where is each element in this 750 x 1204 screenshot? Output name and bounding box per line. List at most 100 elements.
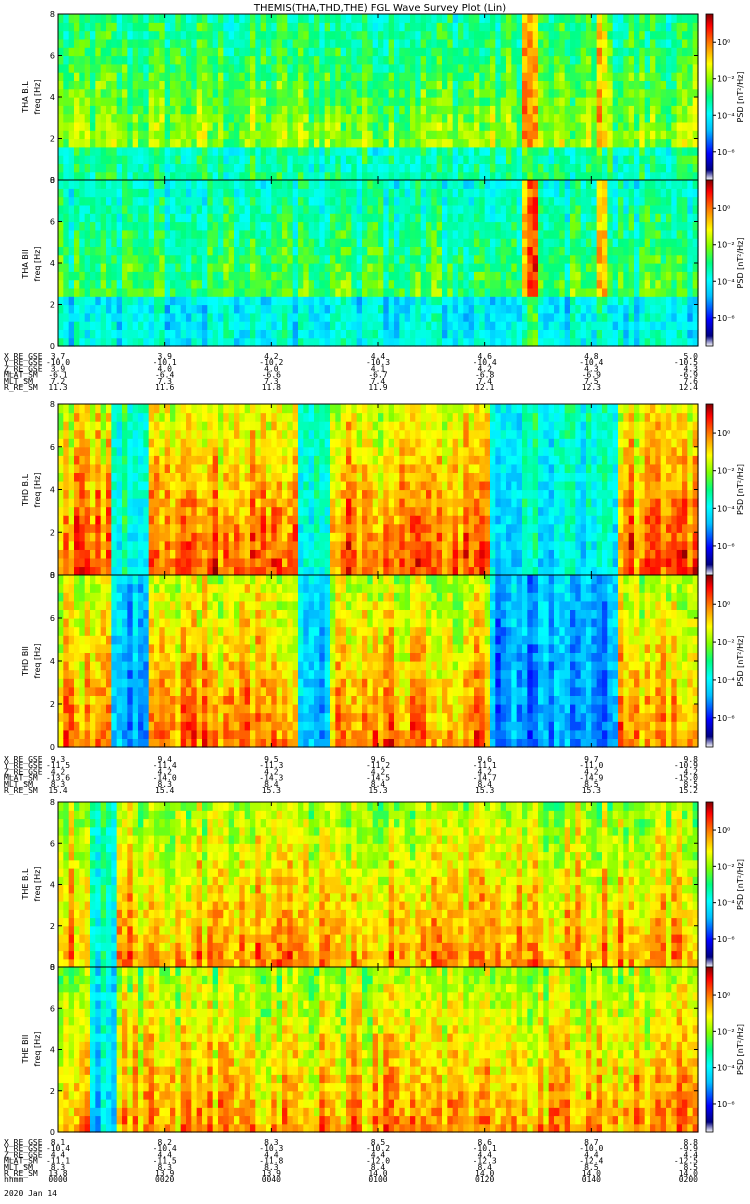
spectrogram-cell bbox=[63, 163, 69, 172]
spectrogram-cell bbox=[197, 31, 203, 40]
spectrogram-cell bbox=[421, 288, 427, 297]
spectrogram-cell bbox=[501, 122, 507, 131]
spectrogram-cell bbox=[650, 105, 656, 114]
spectrogram-cell bbox=[463, 47, 469, 56]
spectrogram-cell bbox=[421, 180, 427, 189]
spectrogram-cell bbox=[389, 72, 395, 81]
spectrogram-cell bbox=[117, 313, 123, 322]
spectrogram-cell bbox=[463, 305, 469, 314]
spectrogram-cell bbox=[319, 122, 325, 131]
spectrogram-cell bbox=[69, 213, 75, 222]
spectrogram-cell bbox=[431, 230, 437, 239]
spectrogram-cell bbox=[479, 105, 485, 114]
spectrogram-cell bbox=[463, 14, 469, 23]
spectrogram-cell bbox=[383, 222, 389, 231]
spectrogram-cell bbox=[95, 404, 101, 413]
spectrogram-cell bbox=[170, 163, 176, 172]
spectrogram-cell bbox=[671, 163, 677, 172]
spectrogram-cell bbox=[618, 255, 624, 264]
spectrogram-cell bbox=[303, 288, 309, 297]
spectrogram-cell bbox=[341, 321, 347, 330]
spectrogram-cell bbox=[421, 222, 427, 231]
spectrogram-cell bbox=[335, 80, 341, 89]
spectrogram-cell bbox=[181, 114, 187, 123]
spectrogram-cell bbox=[511, 180, 517, 189]
spectrogram-cell bbox=[175, 246, 181, 255]
spectrogram-cell bbox=[623, 39, 629, 48]
spectrogram-cell bbox=[149, 180, 155, 189]
spectrogram-cell bbox=[623, 321, 629, 330]
spectrogram-cell bbox=[245, 255, 251, 264]
spectrogram-cell bbox=[175, 197, 181, 206]
spectrogram-cell bbox=[357, 280, 363, 289]
spectrogram-cell bbox=[207, 31, 213, 40]
spectrogram-cell bbox=[543, 180, 549, 189]
spectrogram-cell bbox=[133, 56, 139, 65]
spectrogram-cell bbox=[197, 56, 203, 65]
spectrogram-cell bbox=[506, 329, 512, 338]
spectrogram-cell bbox=[261, 163, 267, 172]
spectrogram-cell bbox=[362, 222, 368, 231]
spectrogram-cell bbox=[474, 172, 480, 181]
spectrogram-cell bbox=[314, 205, 320, 214]
wave-survey-figure: THEMIS(THA,THD,THE) FGL Wave Survey Plot… bbox=[0, 0, 750, 1200]
spectrogram-cell bbox=[234, 163, 240, 172]
spectrogram-cell bbox=[533, 238, 539, 247]
spectrogram-cell bbox=[677, 263, 683, 272]
spectrogram-cell bbox=[335, 213, 341, 222]
spectrogram-cell bbox=[591, 188, 597, 197]
spectrogram-cell bbox=[629, 97, 635, 106]
spectrogram-cell bbox=[351, 305, 357, 314]
spectrogram-cell bbox=[197, 130, 203, 139]
spectrogram-cell bbox=[447, 180, 453, 189]
spectrogram-cell bbox=[367, 14, 373, 23]
spectrogram-cell bbox=[90, 238, 96, 247]
spectrogram-cell bbox=[351, 205, 357, 214]
spectrogram-cell bbox=[261, 130, 267, 139]
spectrogram-cell bbox=[63, 122, 69, 131]
spectrogram-cell bbox=[570, 172, 576, 181]
spectrogram-cell bbox=[671, 64, 677, 73]
spectrogram-cell bbox=[239, 47, 245, 56]
spectrogram-cell bbox=[234, 172, 240, 181]
spectrogram-cell bbox=[101, 80, 107, 89]
spectrogram-cell bbox=[106, 14, 112, 23]
spectrogram-cell bbox=[191, 197, 197, 206]
spectrogram-cell bbox=[143, 288, 149, 297]
spectrogram-cell bbox=[261, 139, 267, 148]
spectrogram-cell bbox=[634, 271, 640, 280]
spectrogram-cell bbox=[239, 188, 245, 197]
spectrogram-cell bbox=[319, 114, 325, 123]
spectrogram-cell bbox=[255, 280, 261, 289]
spectrogram-cell bbox=[405, 14, 411, 23]
spectrogram-cell bbox=[405, 230, 411, 239]
spectrogram-cell bbox=[575, 280, 581, 289]
spectrogram-cell bbox=[629, 288, 635, 297]
spectrogram-cell bbox=[149, 205, 155, 214]
spectrogram-cell bbox=[442, 139, 448, 148]
spectrogram-cell bbox=[186, 97, 192, 106]
spectrogram-cell bbox=[298, 47, 304, 56]
spectrogram-cell bbox=[607, 122, 613, 131]
spectrogram-cell bbox=[597, 313, 603, 322]
spectrogram-cell bbox=[186, 338, 192, 347]
spectrogram-cell bbox=[197, 72, 203, 81]
spectrogram-cell bbox=[303, 280, 309, 289]
spectrogram-cell bbox=[351, 31, 357, 40]
spectrogram-cell bbox=[357, 188, 363, 197]
spectrogram-cell bbox=[122, 47, 128, 56]
spectrogram-cell bbox=[117, 213, 123, 222]
spectrogram-cell bbox=[250, 155, 256, 164]
spectrogram-cell bbox=[463, 188, 469, 197]
spectrogram-cell bbox=[287, 188, 293, 197]
spectrogram-cell bbox=[309, 172, 315, 181]
spectrogram-cell bbox=[586, 238, 592, 247]
spectrogram-cell bbox=[223, 313, 229, 322]
spectrogram-cell bbox=[399, 122, 405, 131]
spectrogram-cell bbox=[554, 321, 560, 330]
spectrogram-cell bbox=[570, 39, 576, 48]
spectrogram-cell bbox=[453, 230, 459, 239]
spectrogram-cell bbox=[474, 47, 480, 56]
spectrogram-cell bbox=[101, 31, 107, 40]
spectrogram-cell bbox=[437, 114, 443, 123]
